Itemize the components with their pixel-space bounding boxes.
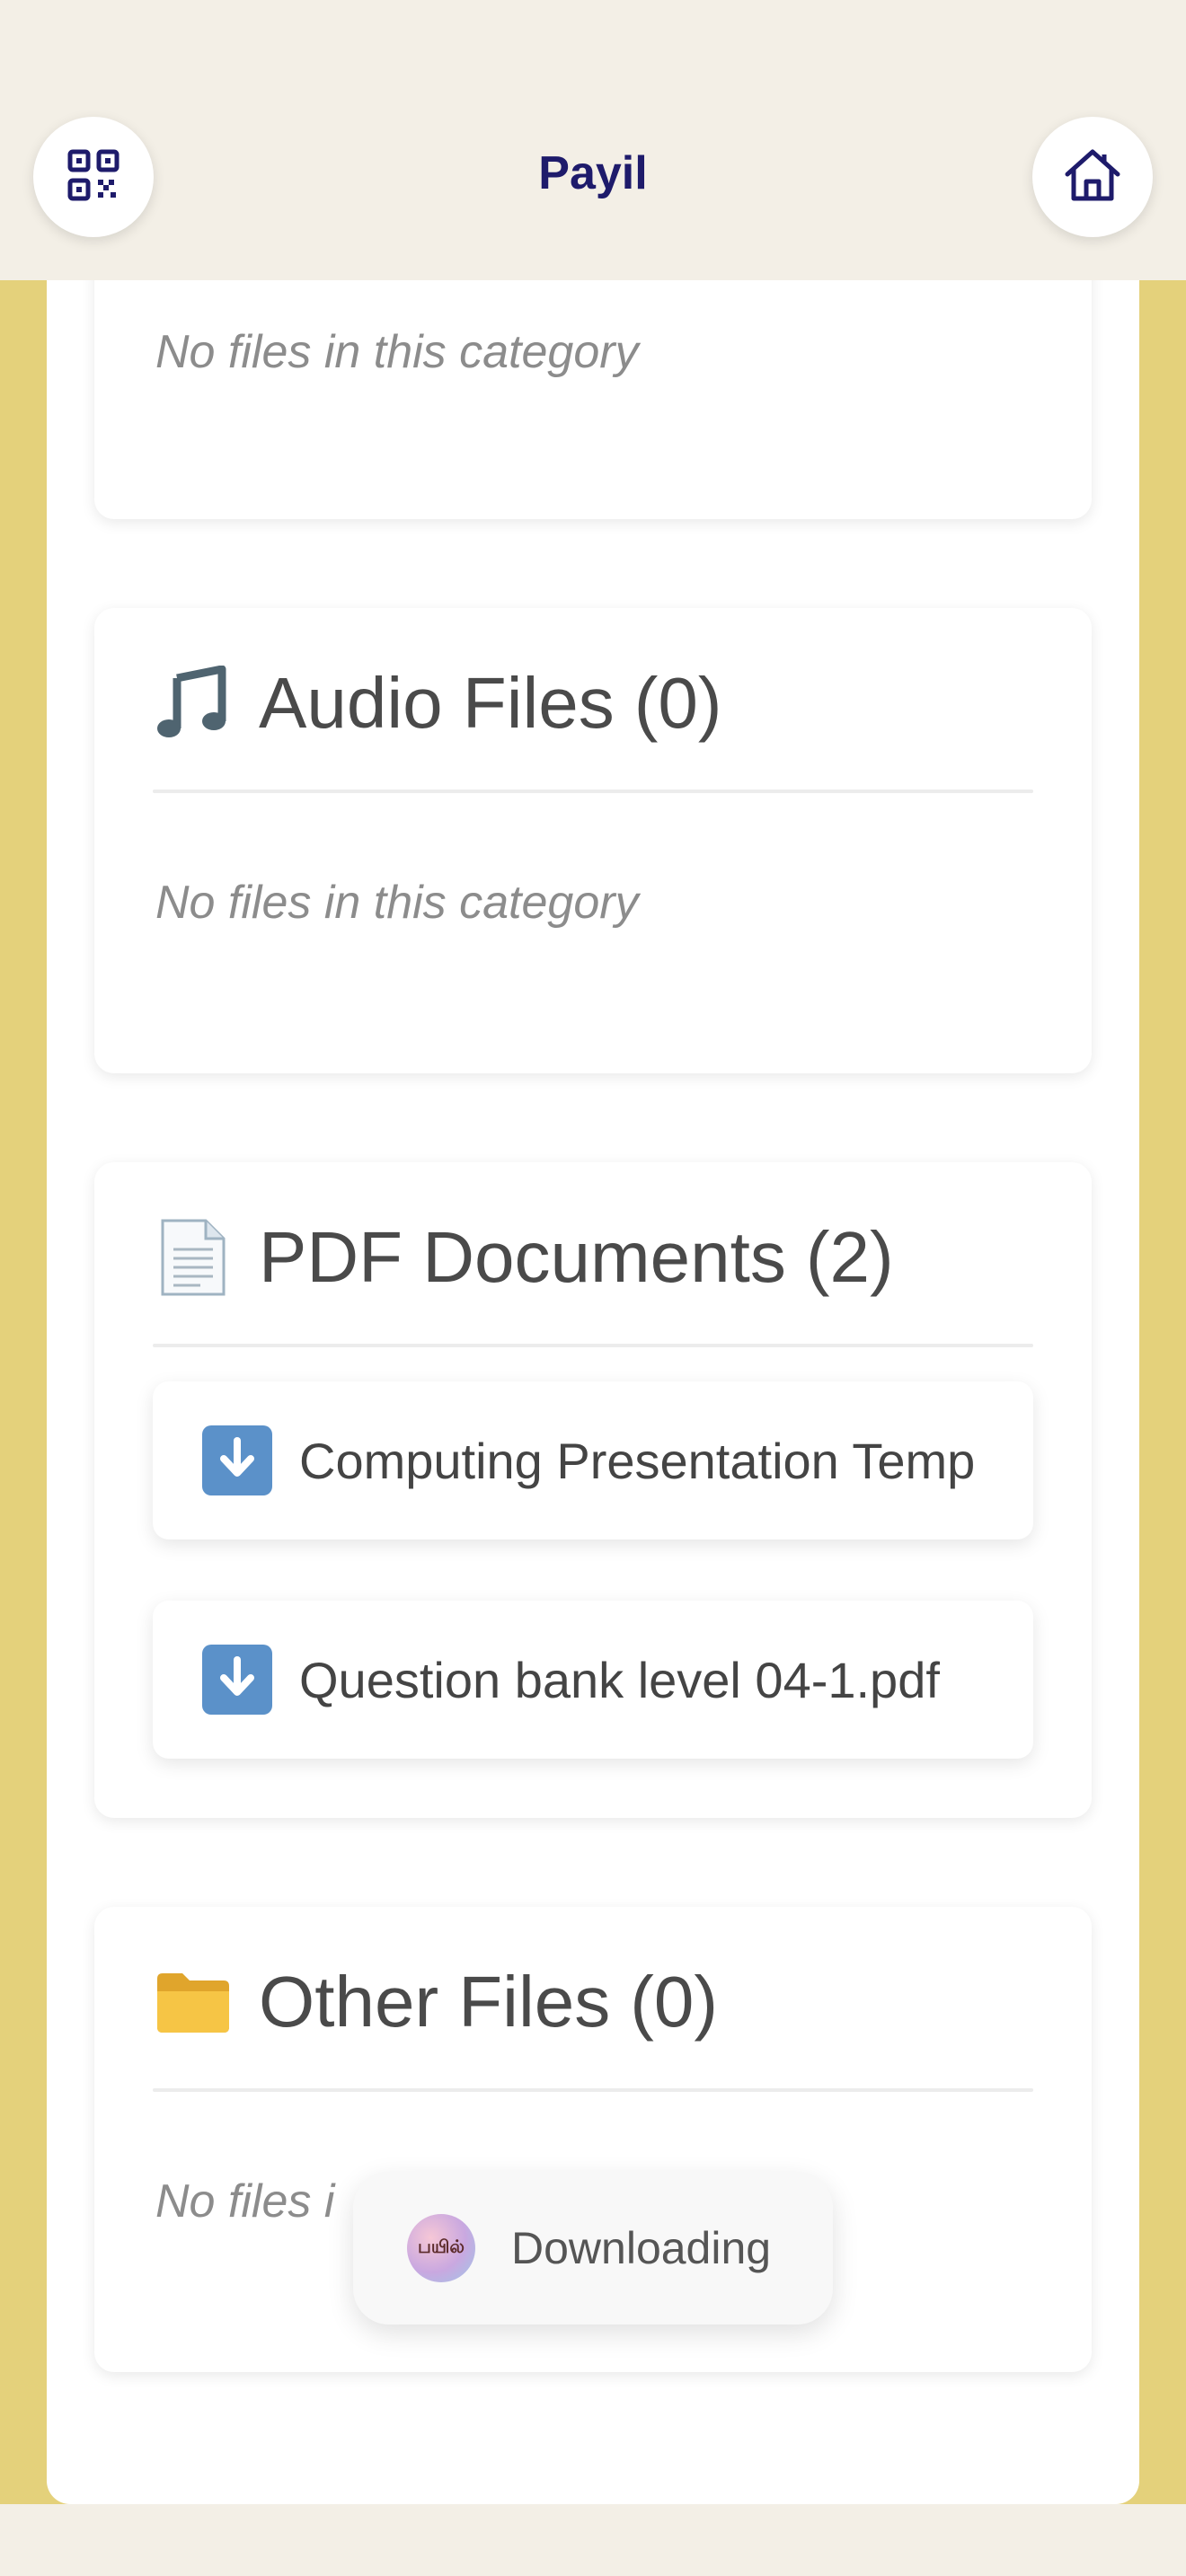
category-card-audio: Audio Files (0) No files in this categor… xyxy=(94,608,1092,1073)
download-arrow-icon xyxy=(202,1425,272,1495)
empty-state-text: No files i xyxy=(155,2175,335,2228)
category-count: (2) xyxy=(805,1217,894,1297)
home-icon xyxy=(1063,147,1122,207)
divider xyxy=(153,1344,1033,1347)
file-item[interactable]: Computing Presentation Temp xyxy=(153,1381,1033,1539)
divider xyxy=(153,790,1033,793)
folder-icon xyxy=(153,1962,234,2042)
app-header: Payil xyxy=(0,0,1186,280)
category-name: Other Files xyxy=(259,1962,611,2042)
file-name: Question bank level 04-1.pdf xyxy=(299,1651,940,1708)
category-card-pdf: PDF Documents (2) Computing Presentation… xyxy=(94,1162,1092,1818)
category-title: PDF Documents (2) xyxy=(153,1216,894,1299)
divider xyxy=(153,2088,1033,2092)
empty-state-text: No files in this category xyxy=(155,326,639,378)
empty-state-text: No files in this category xyxy=(155,877,639,929)
bottom-bar xyxy=(0,2504,1186,2576)
download-arrow-icon xyxy=(202,1645,272,1715)
category-name: PDF Documents xyxy=(259,1217,786,1297)
toast-message: Downloading xyxy=(511,2223,772,2273)
category-title: Audio Files (0) xyxy=(153,662,722,745)
download-toast: பயில் Downloading xyxy=(353,2172,833,2325)
file-name: Computing Presentation Temp xyxy=(299,1432,976,1489)
home-button[interactable] xyxy=(1032,117,1153,237)
page-title: Payil xyxy=(538,147,648,199)
category-count: (0) xyxy=(633,663,722,743)
document-icon xyxy=(153,1217,234,1298)
category-title: Other Files (0) xyxy=(153,1961,718,2043)
category-name: Audio Files xyxy=(259,663,615,743)
category-count: (0) xyxy=(630,1962,718,2042)
app-logo-icon: பயில் xyxy=(407,2214,475,2282)
file-item[interactable]: Question bank level 04-1.pdf xyxy=(153,1601,1033,1759)
category-card-partial: No files in this category xyxy=(94,251,1092,519)
music-note-icon xyxy=(153,663,234,744)
